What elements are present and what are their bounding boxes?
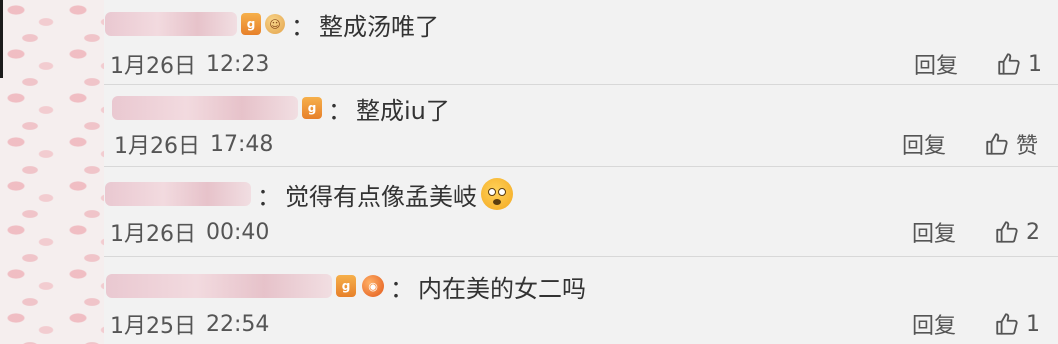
comment-header: g ☺ ： 整成汤唯了 (105, 2, 439, 46)
comment-timestamp: 1月26日 17:48 (114, 128, 273, 160)
comment-text: 觉得有点像孟美岐 (285, 182, 477, 211)
comment-header: ： 觉得有点像孟美岐 (105, 172, 513, 216)
shocked-emoji-icon (481, 178, 513, 210)
emoji-face-icon: ☺ (265, 14, 285, 34)
thumbs-up-icon (986, 133, 1008, 155)
comment-timestamp: 1月25日 22:54 (110, 308, 269, 340)
reply-button[interactable]: 回复 (914, 48, 958, 80)
like-count: 2 (1026, 219, 1040, 245)
username-blurred[interactable] (112, 96, 298, 120)
vip-badge-icon: g (336, 275, 356, 297)
comment-date: 1月26日 (110, 222, 196, 247)
comment-date: 1月26日 (114, 134, 200, 159)
comment-header: g ： 整成iu了 (112, 86, 450, 130)
comment-text: 整成iu了 (356, 96, 450, 125)
divider (104, 256, 1058, 257)
colon: ： (291, 12, 315, 41)
comment-time: 17:48 (210, 131, 274, 157)
colon: ： (390, 274, 414, 303)
like-button[interactable]: 1 (994, 308, 1040, 340)
vip-badge-icon: g (302, 97, 322, 119)
username-blurred[interactable] (105, 182, 251, 206)
colon: ： (328, 96, 352, 125)
vip-badge-icon: g (241, 13, 261, 35)
colon: ： (257, 182, 281, 211)
comment-header: g ◉ ： 内在美的女二吗 (106, 264, 586, 308)
reply-button[interactable]: 回复 (912, 308, 956, 340)
thumbs-up-icon (996, 221, 1018, 243)
like-count: 1 (1026, 311, 1040, 337)
comment-text: 内在美的女二吗 (418, 274, 586, 303)
comment-time: 12:23 (206, 51, 270, 77)
divider (104, 166, 1058, 167)
reply-button[interactable]: 回复 (902, 128, 946, 160)
comment-time: 22:54 (206, 311, 270, 337)
comment-timestamp: 1月26日 12:23 (110, 48, 269, 80)
comment-timestamp: 1月26日 00:40 (110, 216, 269, 248)
thumbs-up-icon (998, 53, 1020, 75)
comment-date: 1月25日 (110, 314, 196, 339)
username-blurred[interactable] (105, 12, 237, 36)
like-button[interactable]: 2 (994, 216, 1040, 248)
reply-button[interactable]: 回复 (912, 216, 956, 248)
comment-time: 00:40 (206, 219, 270, 245)
comment-date: 1月26日 (110, 54, 196, 79)
like-count: 赞 (1016, 134, 1039, 159)
thumbs-up-icon (996, 313, 1018, 335)
like-button[interactable]: 1 (996, 48, 1042, 80)
like-button[interactable]: 赞 (984, 128, 1038, 160)
comment-text: 整成汤唯了 (319, 12, 439, 41)
avatar-blurred-column (0, 0, 104, 344)
like-count: 1 (1028, 51, 1042, 77)
left-edge-bar (0, 0, 3, 78)
divider (104, 84, 1058, 85)
username-blurred[interactable] (106, 274, 332, 298)
emoji-face-icon: ◉ (362, 275, 384, 297)
